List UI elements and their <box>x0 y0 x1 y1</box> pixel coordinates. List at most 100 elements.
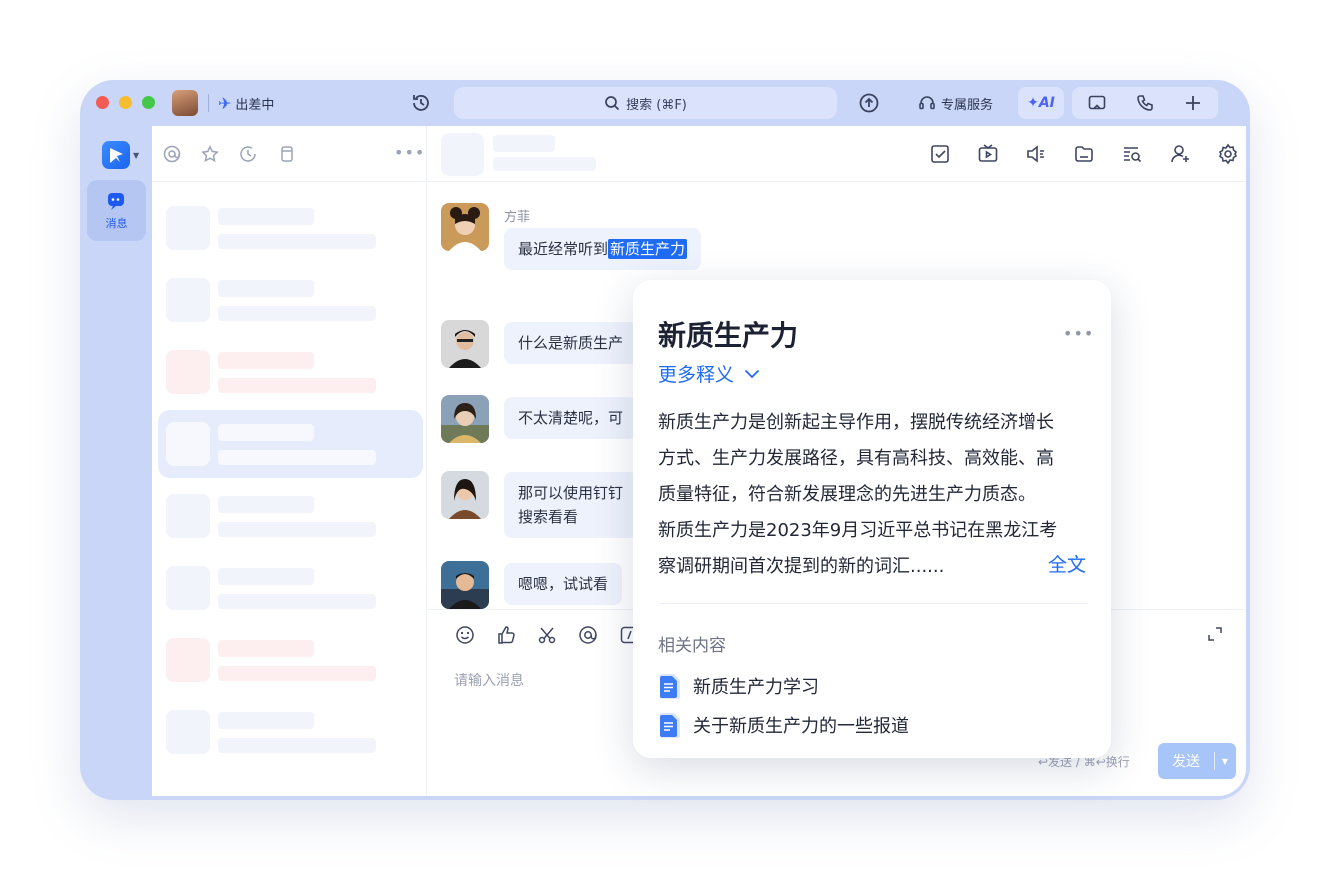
list-item-selected[interactable] <box>158 410 423 478</box>
chevron-down-icon <box>744 369 760 378</box>
todo-button[interactable] <box>928 142 952 166</box>
mention-button[interactable] <box>577 624 598 645</box>
chevron-down-icon[interactable]: ▼ <box>133 151 139 160</box>
ai-assistant-button[interactable]: ✦ AI <box>1018 87 1064 119</box>
message-text-line: 搜索看看 <box>518 508 579 526</box>
add-button[interactable] <box>1169 87 1217 119</box>
sender-avatar[interactable] <box>441 203 489 251</box>
related-item-label: 新质生产力学习 <box>693 677 819 698</box>
message-text: 什么是新质生产 <box>518 334 624 352</box>
chevron-down-icon[interactable]: ▼ <box>1215 757 1235 766</box>
upload-button[interactable] <box>858 92 880 114</box>
user-status[interactable]: ✈ 出差中 <box>218 92 274 114</box>
call-button[interactable] <box>1121 87 1169 119</box>
list-item[interactable] <box>158 266 423 334</box>
voice-button[interactable] <box>1024 142 1048 166</box>
history-button[interactable] <box>410 92 432 114</box>
headset-icon <box>919 96 935 110</box>
conversation-list: ••• <box>152 126 427 796</box>
document-icon <box>660 712 680 738</box>
sparkle-icon: ✦ <box>1027 95 1039 111</box>
files-button[interactable] <box>1072 142 1096 166</box>
related-heading: 相关内容 <box>658 636 726 656</box>
more-icon[interactable]: ••• <box>394 143 425 162</box>
more-icon[interactable]: ••• <box>1063 324 1094 343</box>
definition-line: 方式、生产力发展路径，具有高科技、高效能、高 <box>658 448 1054 469</box>
sender-avatar[interactable] <box>441 395 489 443</box>
screen-share-button[interactable] <box>1073 87 1121 119</box>
pin-icon[interactable] <box>278 145 296 163</box>
message-bubble[interactable]: 什么是新质生产 <box>504 322 638 364</box>
scissors-icon <box>538 627 555 643</box>
title-divider <box>208 94 209 112</box>
divider <box>658 603 1087 604</box>
zoom-window-button[interactable] <box>142 96 155 109</box>
related-item[interactable]: 新质生产力学习 <box>658 672 819 700</box>
highlighted-term[interactable]: 新质生产力 <box>608 239 688 259</box>
more-definitions-button[interactable]: 更多释义 <box>658 360 760 387</box>
list-item[interactable] <box>158 698 423 766</box>
list-item[interactable] <box>158 626 423 694</box>
user-avatar[interactable] <box>172 90 198 116</box>
minimize-window-button[interactable] <box>119 96 132 109</box>
app-logo-icon[interactable] <box>102 141 130 169</box>
sender-avatar[interactable] <box>441 561 489 609</box>
phone-icon <box>1137 95 1153 111</box>
message-bubble[interactable]: 最近经常听到 新质生产力 <box>504 228 702 270</box>
conversation-filter-bar: ••• <box>152 126 427 182</box>
add-user-icon <box>1171 145 1189 163</box>
message-bubble[interactable]: 不太清楚呢，可 <box>504 397 638 439</box>
definition-line: 新质生产力是2023年9月习近平总书记在黑龙江考 <box>658 520 1058 541</box>
message-text: 最近经常听到 <box>518 240 609 258</box>
screen-share-icon <box>1088 95 1106 110</box>
message-text-line: 那可以使用钉钉 <box>518 484 624 502</box>
chat-toolbar <box>928 142 1240 166</box>
clock-icon[interactable] <box>239 145 257 163</box>
send-label: 发送 <box>1172 754 1200 770</box>
chat-bubble-icon <box>107 192 124 210</box>
upload-icon <box>859 93 879 113</box>
history-icon <box>413 95 429 111</box>
like-button[interactable] <box>495 624 516 645</box>
search-icon <box>605 96 620 111</box>
checkbox-icon <box>931 145 949 163</box>
message-bubble[interactable]: 那可以使用钉钉 搜索看看 <box>504 472 638 538</box>
speaker-icon <box>1027 145 1044 163</box>
chat-header <box>428 126 1246 182</box>
send-button[interactable]: 发送 ▼ <box>1158 743 1236 779</box>
emoji-button[interactable] <box>454 624 475 645</box>
list-item[interactable] <box>158 194 423 262</box>
at-icon <box>578 625 597 644</box>
full-text-link[interactable]: 全文 <box>1048 550 1086 577</box>
related-item[interactable]: 关于新质生产力的一些报道 <box>658 711 909 739</box>
search-bar[interactable]: 搜索 (⌘F) <box>454 87 837 119</box>
sender-avatar[interactable] <box>441 320 489 368</box>
title-actions-group <box>1072 87 1218 119</box>
service-label: 专属服务 <box>941 97 994 113</box>
list-item[interactable] <box>158 482 423 550</box>
live-button[interactable] <box>976 142 1000 166</box>
expand-button[interactable] <box>1206 625 1224 643</box>
list-item[interactable] <box>158 554 423 622</box>
user-status-label: 出差中 <box>235 97 275 113</box>
plus-icon <box>1186 96 1200 110</box>
exclusive-service-button[interactable]: 专属服务 <box>918 89 993 117</box>
chat-subtitle-placeholder <box>493 157 596 171</box>
message-input[interactable]: 请输入消息 <box>454 670 524 690</box>
search-placeholder: 搜索 (⌘F) <box>626 97 687 113</box>
screenshot-button[interactable] <box>536 624 557 645</box>
at-mention-icon[interactable] <box>163 145 181 163</box>
expand-icon <box>1208 627 1222 641</box>
star-icon[interactable] <box>201 145 219 163</box>
folder-icon <box>1075 146 1093 162</box>
rail-item-messages[interactable]: 消息 <box>87 180 146 241</box>
chat-settings-button[interactable] <box>1216 142 1240 166</box>
search-chat-button[interactable] <box>1120 142 1144 166</box>
more-definitions-label: 更多释义 <box>658 364 735 386</box>
close-window-button[interactable] <box>96 96 109 109</box>
list-item[interactable] <box>158 338 423 406</box>
add-member-button[interactable] <box>1168 142 1192 166</box>
definition-line: 察调研期间首次提到的新的词汇...... <box>658 556 945 577</box>
sender-avatar[interactable] <box>441 471 489 519</box>
message-bubble[interactable]: 嗯嗯，试试看 <box>504 563 623 605</box>
